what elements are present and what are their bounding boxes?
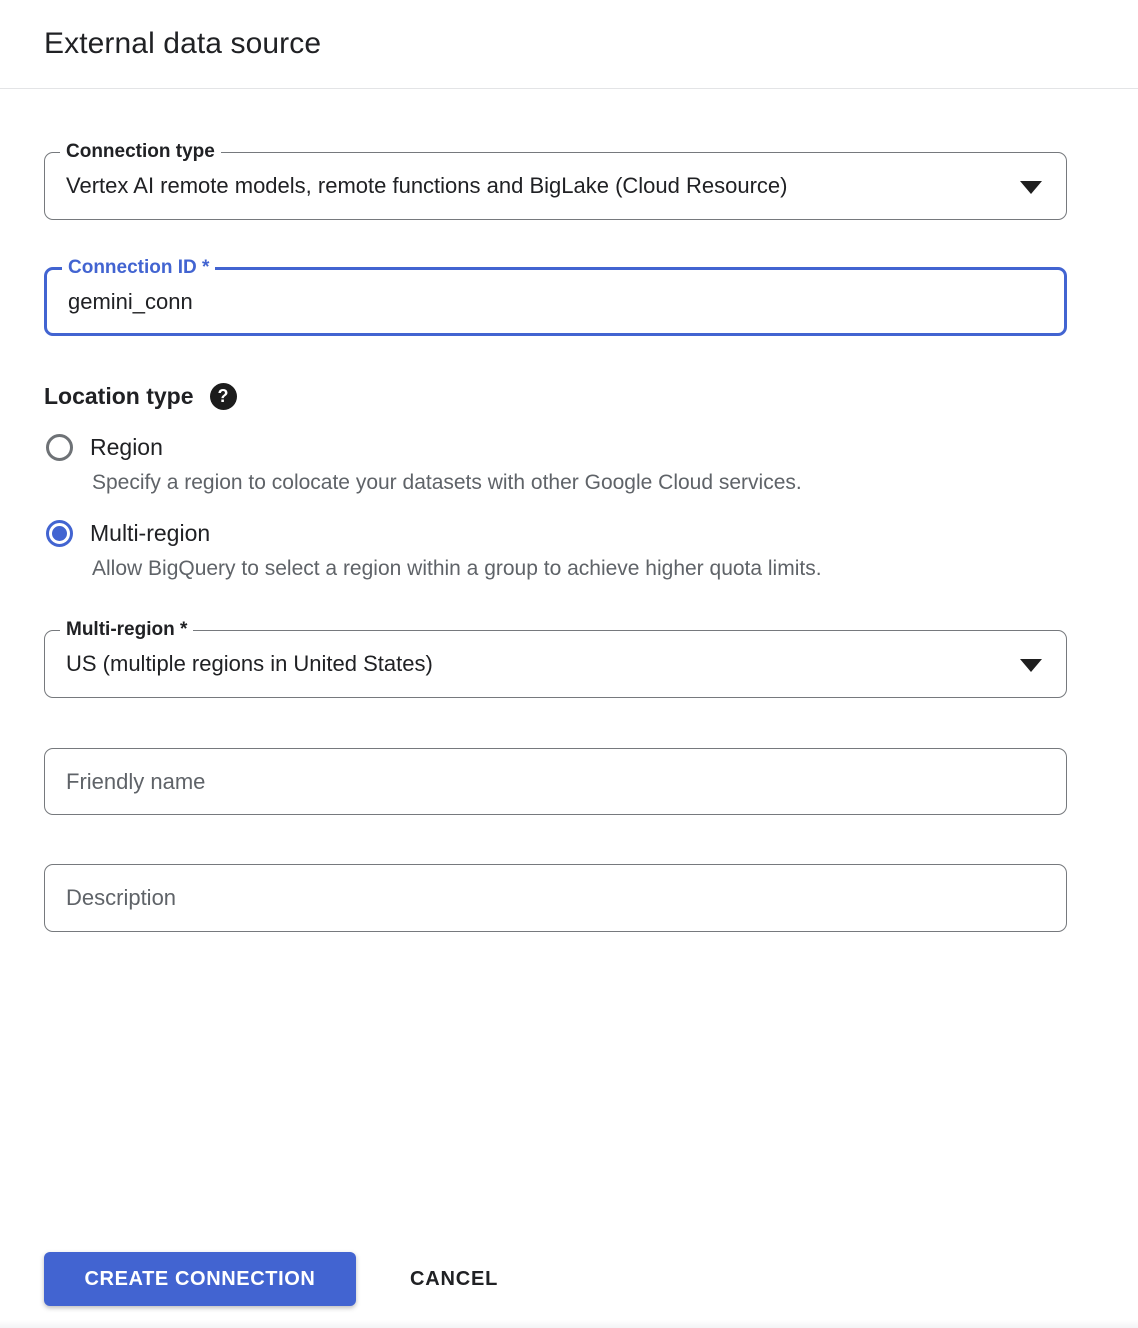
external-data-source-dialog: External data source Connection type Ver… xyxy=(0,0,1138,1328)
radio-region-label: Region xyxy=(90,434,163,461)
connection-type-select[interactable]: Connection type Vertex AI remote models,… xyxy=(44,152,1067,220)
friendly-name-input[interactable] xyxy=(44,748,1067,815)
radio-multi-region-label: Multi-region xyxy=(90,520,210,547)
radio-dot xyxy=(52,526,67,541)
chevron-down-icon xyxy=(1020,181,1042,194)
radio-multi-region-description: Allow BigQuery to select a region within… xyxy=(92,554,1094,583)
connection-id-input[interactable] xyxy=(47,270,1064,333)
connection-id-label: Connection ID * xyxy=(62,257,215,279)
location-type-section: Location type ? xyxy=(44,382,1094,410)
connection-id-field: Connection ID * xyxy=(44,267,1067,336)
radio-selected-icon xyxy=(46,520,73,547)
radio-unselected-icon xyxy=(46,434,73,461)
create-connection-button[interactable]: CREATE CONNECTION xyxy=(44,1252,356,1306)
location-type-label: Location type xyxy=(44,383,194,410)
page-title: External data source xyxy=(44,27,321,61)
dialog-content: Connection type Vertex AI remote models,… xyxy=(0,152,1138,932)
dialog-actions: CREATE CONNECTION CANCEL xyxy=(0,1252,1138,1328)
radio-region-description: Specify a region to colocate your datase… xyxy=(92,468,1094,497)
cancel-button[interactable]: CANCEL xyxy=(404,1252,504,1306)
radio-option-multi-region[interactable]: Multi-region xyxy=(44,520,1094,547)
description-input[interactable] xyxy=(44,864,1067,932)
chevron-down-icon xyxy=(1020,659,1042,672)
dialog-header: External data source xyxy=(0,0,1138,89)
multi-region-select[interactable]: Multi-region * US (multiple regions in U… xyxy=(44,630,1067,698)
radio-option-region[interactable]: Region xyxy=(44,434,1094,461)
connection-type-label: Connection type xyxy=(60,141,221,163)
help-icon[interactable]: ? xyxy=(210,383,237,410)
connection-type-value: Vertex AI remote models, remote function… xyxy=(45,173,857,199)
multi-region-value: US (multiple regions in United States) xyxy=(45,651,503,677)
multi-region-label: Multi-region * xyxy=(60,619,193,641)
